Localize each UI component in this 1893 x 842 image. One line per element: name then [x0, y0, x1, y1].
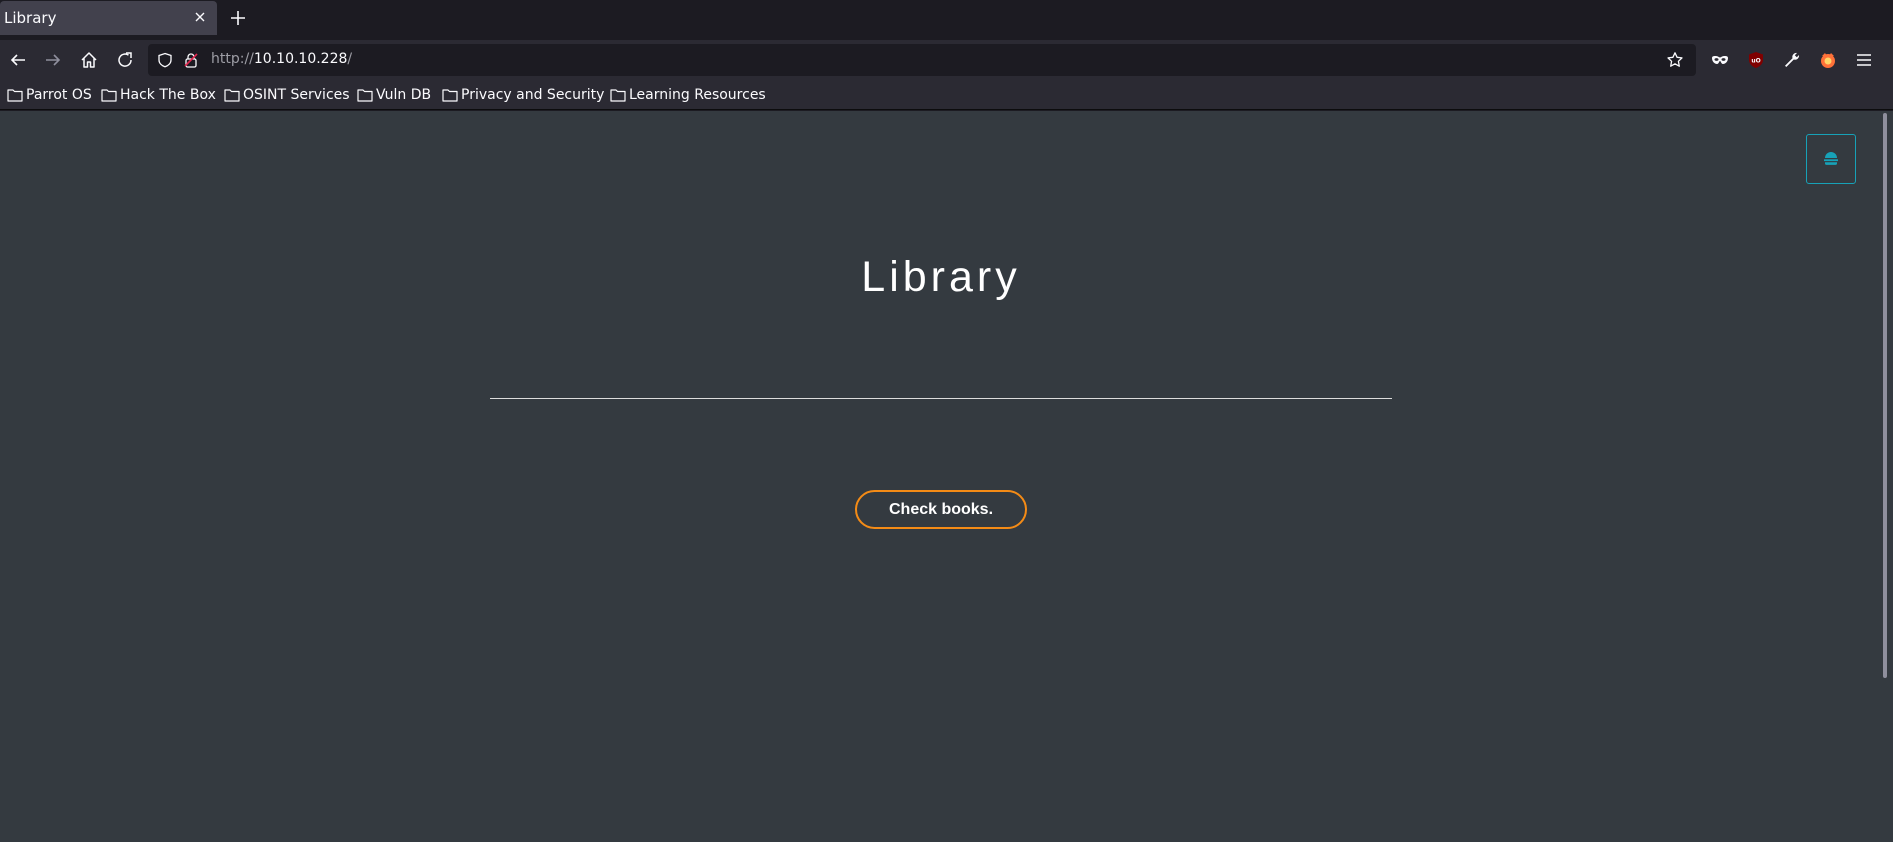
url-text[interactable]: http://10.10.10.228/ — [211, 51, 352, 67]
folder-icon — [610, 89, 626, 102]
folder-icon — [224, 89, 240, 102]
navigation-toolbar: http://10.10.10.228/ uO — [0, 40, 1893, 80]
url-path: / — [347, 51, 353, 67]
url-host: 10.10.10.228 — [253, 51, 348, 67]
forward-arrow-icon[interactable] — [42, 49, 64, 71]
tab-title: Library — [4, 9, 57, 27]
address-bar[interactable]: http://10.10.10.228/ — [148, 44, 1696, 76]
hamburger-icon — [1824, 152, 1838, 165]
incognito-mask-icon[interactable] — [1710, 50, 1730, 70]
url-protocol: http:// — [211, 51, 254, 67]
bookmark-folder-learning-resources[interactable]: Learning Resources — [610, 86, 766, 104]
bookmark-label: Hack The Box — [120, 87, 216, 103]
page-viewport: Library Check books. — [0, 111, 1893, 842]
title-divider — [490, 398, 1392, 399]
home-icon[interactable] — [78, 49, 100, 71]
bookmark-label: Privacy and Security — [461, 87, 605, 103]
bookmark-folder-privacy-and-security[interactable]: Privacy and Security — [442, 86, 604, 104]
folder-icon — [357, 89, 373, 102]
ublock-origin-icon[interactable]: uO — [1746, 50, 1766, 70]
wrench-icon[interactable] — [1782, 50, 1802, 70]
bookmarks-toolbar: Parrot OS Hack The Box OSINT Services Vu… — [0, 80, 1893, 110]
page-title: Library — [861, 253, 1021, 301]
hamburger-menu-icon[interactable] — [1854, 50, 1874, 70]
navbar-toggle-button[interactable] — [1806, 134, 1856, 184]
folder-icon — [442, 89, 458, 102]
folder-icon — [7, 89, 23, 102]
tab-library[interactable]: Library — [0, 1, 217, 35]
bookmark-star-icon[interactable] — [1666, 51, 1684, 69]
firefox-devtools-icon[interactable] — [1818, 50, 1838, 70]
folder-icon — [101, 89, 117, 102]
new-tab-icon[interactable] — [228, 8, 248, 28]
bookmark-label: Parrot OS — [26, 87, 92, 103]
bookmark-label: Learning Resources — [629, 87, 766, 103]
bookmark-folder-hack-the-box[interactable]: Hack The Box — [101, 86, 216, 104]
shield-icon[interactable] — [157, 52, 173, 68]
back-arrow-icon[interactable] — [7, 49, 29, 71]
bookmark-label: Vuln DB — [376, 87, 432, 103]
reload-icon[interactable] — [114, 49, 136, 71]
insecure-lock-icon[interactable] — [183, 52, 199, 68]
bookmark-label: OSINT Services — [243, 87, 350, 103]
bookmark-folder-parrot-os[interactable]: Parrot OS — [7, 86, 92, 104]
bookmark-folder-osint-services[interactable]: OSINT Services — [224, 86, 350, 104]
close-icon[interactable] — [193, 10, 207, 24]
vertical-scrollbar[interactable] — [1883, 113, 1887, 678]
svg-text:uO: uO — [1751, 58, 1760, 65]
bookmark-folder-vuln-db[interactable]: Vuln DB — [357, 86, 431, 104]
tab-strip: Library — [0, 0, 1893, 40]
check-books-button[interactable]: Check books. — [855, 490, 1027, 529]
